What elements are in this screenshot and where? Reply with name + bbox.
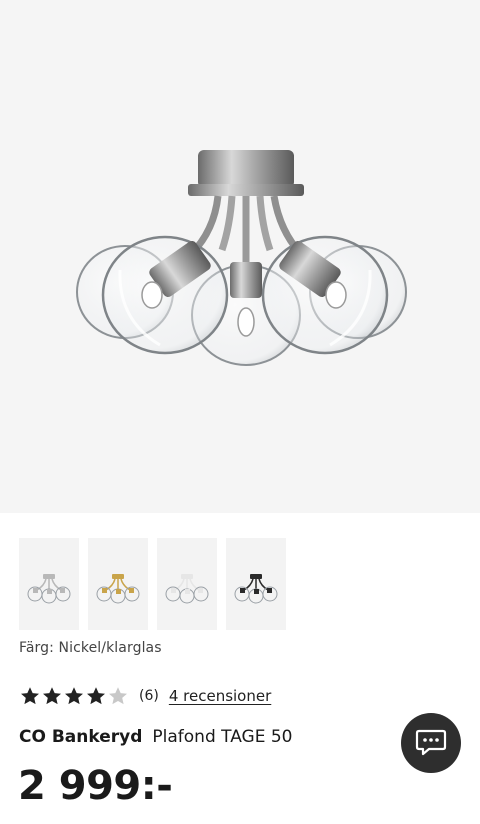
product-name: Plafond TAGE 50 xyxy=(152,727,293,747)
variant-lamp-image xyxy=(165,574,209,604)
product-title: CO Bankeryd Plafond TAGE 50 xyxy=(19,727,293,747)
variant-thumbnails xyxy=(19,538,286,630)
rating-row: (6) 4 recensioner xyxy=(19,685,271,707)
star-rating xyxy=(19,685,129,707)
reviews-link[interactable]: 4 recensioner xyxy=(169,687,271,705)
ceiling-lamp-image xyxy=(76,150,407,366)
variant-lamp-image xyxy=(96,574,140,604)
star-icon xyxy=(87,687,105,705)
review-count: (6) xyxy=(139,688,159,704)
variant-thumbnail-nickel[interactable] xyxy=(19,538,79,630)
star-icon xyxy=(43,687,61,705)
product-price: 2 999:- xyxy=(18,763,173,809)
selected-color-label: Färg: Nickel/klarglas xyxy=(19,640,162,656)
star-icon xyxy=(21,687,39,705)
star-icon xyxy=(65,687,83,705)
product-image[interactable] xyxy=(0,0,480,513)
variant-thumbnail-black[interactable] xyxy=(226,538,286,630)
variant-lamp-image xyxy=(234,574,278,604)
chat-bubble-icon xyxy=(415,729,447,756)
variant-lamp-image xyxy=(27,574,71,604)
variant-thumbnail-brass[interactable] xyxy=(88,538,148,630)
variant-thumbnail-white[interactable] xyxy=(157,538,217,630)
product-brand: CO Bankeryd xyxy=(19,727,143,747)
star-icon xyxy=(109,687,127,705)
chat-button[interactable] xyxy=(401,713,461,773)
